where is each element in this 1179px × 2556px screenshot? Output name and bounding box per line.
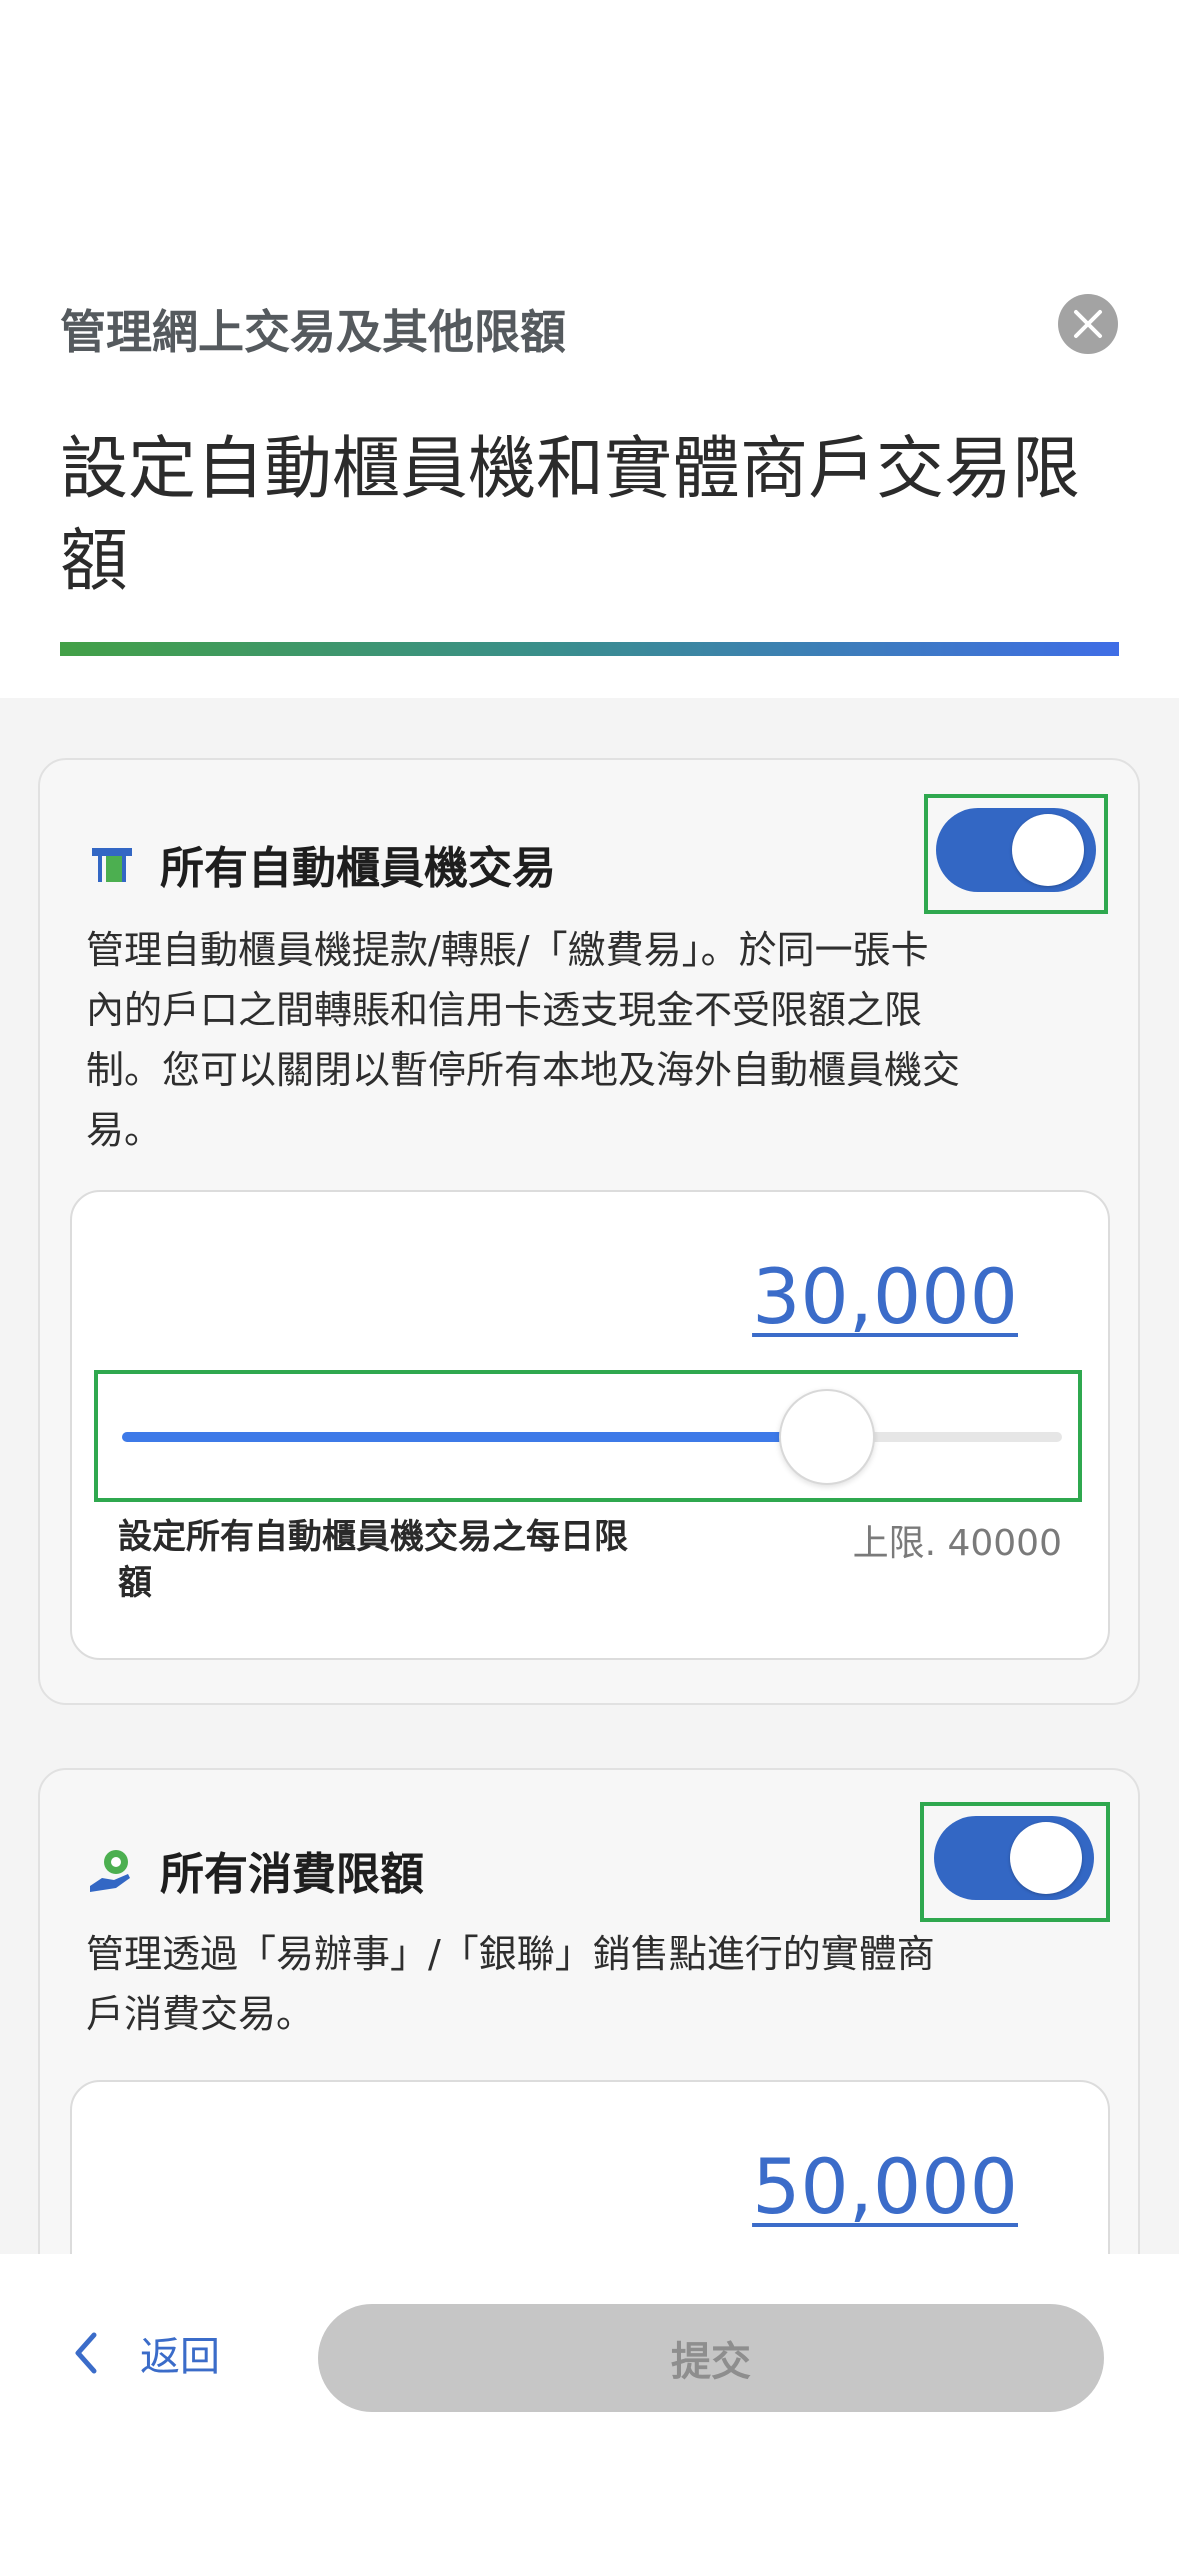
- slider-thumb[interactable]: [779, 1389, 875, 1485]
- spending-toggle[interactable]: [934, 1816, 1094, 1900]
- atm-limit-slider-track[interactable]: [122, 1389, 1062, 1485]
- toggle-knob: [1012, 814, 1084, 886]
- atm-card-description: 管理自動櫃員機提款/轉賬/「繳費易」。於同一張卡內的戶口之間轉賬和信用卡透支現金…: [86, 928, 961, 1152]
- spending-card-description: 管理透過「易辦事」/「銀聯」銷售點進行的實體商戶消費交易。: [86, 1932, 935, 2036]
- atm-slider-max: 上限. 40000: [852, 1523, 1062, 1564]
- spending-limit-value[interactable]: 50,000: [752, 2142, 1018, 2231]
- page-title: 設定自動櫃員機和實體商戶交易限額: [60, 430, 1081, 601]
- submit-button[interactable]: 提交: [318, 2304, 1104, 2412]
- atm-toggle-highlight: [924, 794, 1108, 914]
- spending-toggle-highlight: [920, 1802, 1110, 1922]
- progress-gradient-bar: [60, 642, 1119, 656]
- header: 管理網上交易及其他限額 設定自動櫃員機和實體商戶交易限額: [0, 0, 1179, 698]
- back-button[interactable]: 返回: [72, 2324, 220, 2382]
- page-subtitle: 管理網上交易及其他限額: [60, 305, 566, 359]
- slider-fill: [122, 1432, 827, 1442]
- spending-card-title: 所有消費限額: [160, 1849, 424, 1900]
- atm-slider-label: 設定所有自動櫃員機交易之每日限額: [118, 1517, 628, 1603]
- back-label: 返回: [140, 2334, 220, 2380]
- atm-limit-card: 所有自動櫃員機交易 管理自動櫃員機提款/轉賬/「繳費易」。於同一張卡內的戶口之間…: [38, 758, 1140, 1705]
- toggle-knob: [1010, 1822, 1082, 1894]
- chevron-left-icon: [75, 2332, 97, 2374]
- atm-transactions-toggle[interactable]: [936, 808, 1096, 892]
- atm-limit-panel: 30,000 設定所有自動櫃員機交易之每日限額 上限. 40000: [70, 1190, 1110, 1660]
- close-button[interactable]: [1058, 294, 1118, 354]
- hand-coin-icon: [90, 1850, 130, 1892]
- atm-limit-value[interactable]: 30,000: [752, 1252, 1018, 1341]
- footer: 返回 提交: [0, 2254, 1179, 2556]
- atm-icon: [92, 848, 132, 882]
- atm-slider-highlight: [94, 1370, 1082, 1502]
- atm-card-title: 所有自動櫃員機交易: [160, 843, 556, 894]
- spending-limit-card: 所有消費限額 管理透過「易辦事」/「銀聯」銷售點進行的實體商戶消費交易。 50,…: [38, 1768, 1140, 2254]
- close-icon: [1074, 310, 1102, 338]
- main-content[interactable]: 所有自動櫃員機交易 管理自動櫃員機提款/轉賬/「繳費易」。於同一張卡內的戶口之間…: [0, 698, 1179, 2254]
- spending-limit-panel: 50,000: [70, 2080, 1110, 2254]
